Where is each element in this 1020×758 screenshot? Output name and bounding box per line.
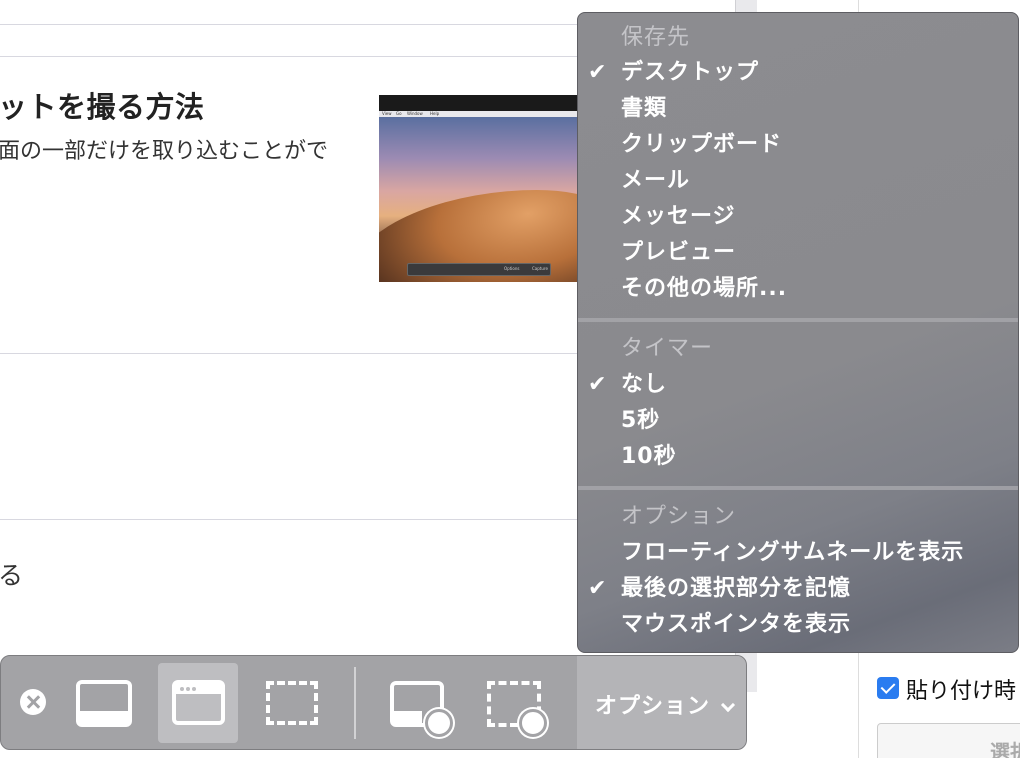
screen-icon <box>76 680 132 727</box>
thumbnail-bar-options: Options <box>504 266 520 271</box>
options-button-label: オプション <box>595 694 711 719</box>
menu-item-label: メール <box>621 168 691 193</box>
screenshot-toolbar: オプション <box>0 655 747 750</box>
checkmark-icon: ✔ <box>588 60 608 85</box>
menu-item-timer-10s[interactable]: 10秒 <box>578 439 1018 475</box>
menu-item-timer-5s[interactable]: 5秒 <box>578 403 1018 439</box>
thumbnail-screenshot-bar: Options Capture <box>407 263 551 276</box>
menu-separator <box>578 486 1018 490</box>
select-button[interactable]: 選択 <box>877 723 1020 758</box>
select-button-label: 選択 <box>990 740 1020 758</box>
menu-item-show-pointer[interactable]: マウスポインタを表示 <box>578 607 1018 643</box>
thumbnail-bar-capture: Capture <box>532 266 548 271</box>
menu-item-messages[interactable]: メッセージ <box>578 199 1018 235</box>
record-selected-portion-button[interactable] <box>474 663 554 743</box>
menu-item-label: クリップボード <box>621 132 783 157</box>
menu-item-label: プレビュー <box>621 240 737 265</box>
record-entire-screen-button[interactable] <box>377 663 457 743</box>
toolbar-divider <box>354 667 356 739</box>
article-title[interactable]: ットを撮る方法 <box>0 84 205 126</box>
menu-item-mail[interactable]: メール <box>578 163 1018 199</box>
capture-selected-portion-button[interactable] <box>252 663 332 743</box>
menu-header-options: オプション <box>621 504 737 529</box>
article-snippet: 面の一部だけを取り込むことがで <box>0 139 329 164</box>
menu-item-label: フローティングサムネールを表示 <box>621 540 965 565</box>
menu-item-floating-thumbnail[interactable]: フローティングサムネールを表示 <box>578 535 1018 571</box>
menu-item-label: 書類 <box>621 96 668 121</box>
selection-icon <box>266 681 318 725</box>
options-button[interactable]: オプション <box>577 656 746 749</box>
paste-checkbox[interactable] <box>877 677 899 699</box>
checkmark-icon: ✔ <box>588 372 608 397</box>
menu-separator <box>578 318 1018 322</box>
menu-item-label: 10秒 <box>621 444 677 469</box>
capture-selected-window-button[interactable] <box>158 663 238 743</box>
menu-header-save-to: 保存先 <box>621 25 691 50</box>
menu-item-label: マウスポインタを表示 <box>621 612 852 637</box>
menu-item-label: 5秒 <box>621 408 661 433</box>
menu-item-remember-selection[interactable]: ✔ 最後の選択部分を記憶 <box>578 571 1018 607</box>
record-icon <box>425 709 453 737</box>
menu-item-clipboard[interactable]: クリップボード <box>578 127 1018 163</box>
menu-item-other-location[interactable]: その他の場所... <box>578 271 1018 307</box>
checkmark-icon: ✔ <box>588 576 608 601</box>
menu-item-preview[interactable]: プレビュー <box>578 235 1018 271</box>
menu-item-label: 最後の選択部分を記憶 <box>621 576 852 601</box>
record-icon <box>519 709 547 737</box>
paste-checkbox-label: 貼り付け時 <box>906 679 1017 704</box>
chevron-down-icon <box>720 697 736 713</box>
menu-item-documents[interactable]: 書類 <box>578 91 1018 127</box>
menu-item-timer-none[interactable]: ✔ なし <box>578 367 1018 403</box>
article-snippet: る <box>0 561 24 590</box>
menu-header-timer: タイマー <box>621 336 714 361</box>
article-thumbnail[interactable]: View Go Window Help Options Capture <box>379 95 579 282</box>
menu-item-label: その他の場所... <box>621 276 788 301</box>
menu-item-label: なし <box>621 372 668 397</box>
capture-entire-screen-button[interactable] <box>61 663 141 743</box>
window-icon <box>172 680 225 725</box>
menu-item-label: デスクトップ <box>621 60 760 85</box>
close-icon[interactable] <box>20 689 46 715</box>
menu-item-desktop[interactable]: ✔ デスクトップ <box>578 55 1018 91</box>
menu-item-label: メッセージ <box>621 204 736 229</box>
options-menu: 保存先 ✔ デスクトップ 書類 クリップボード メール メッセージ プレビュー … <box>577 12 1019 653</box>
